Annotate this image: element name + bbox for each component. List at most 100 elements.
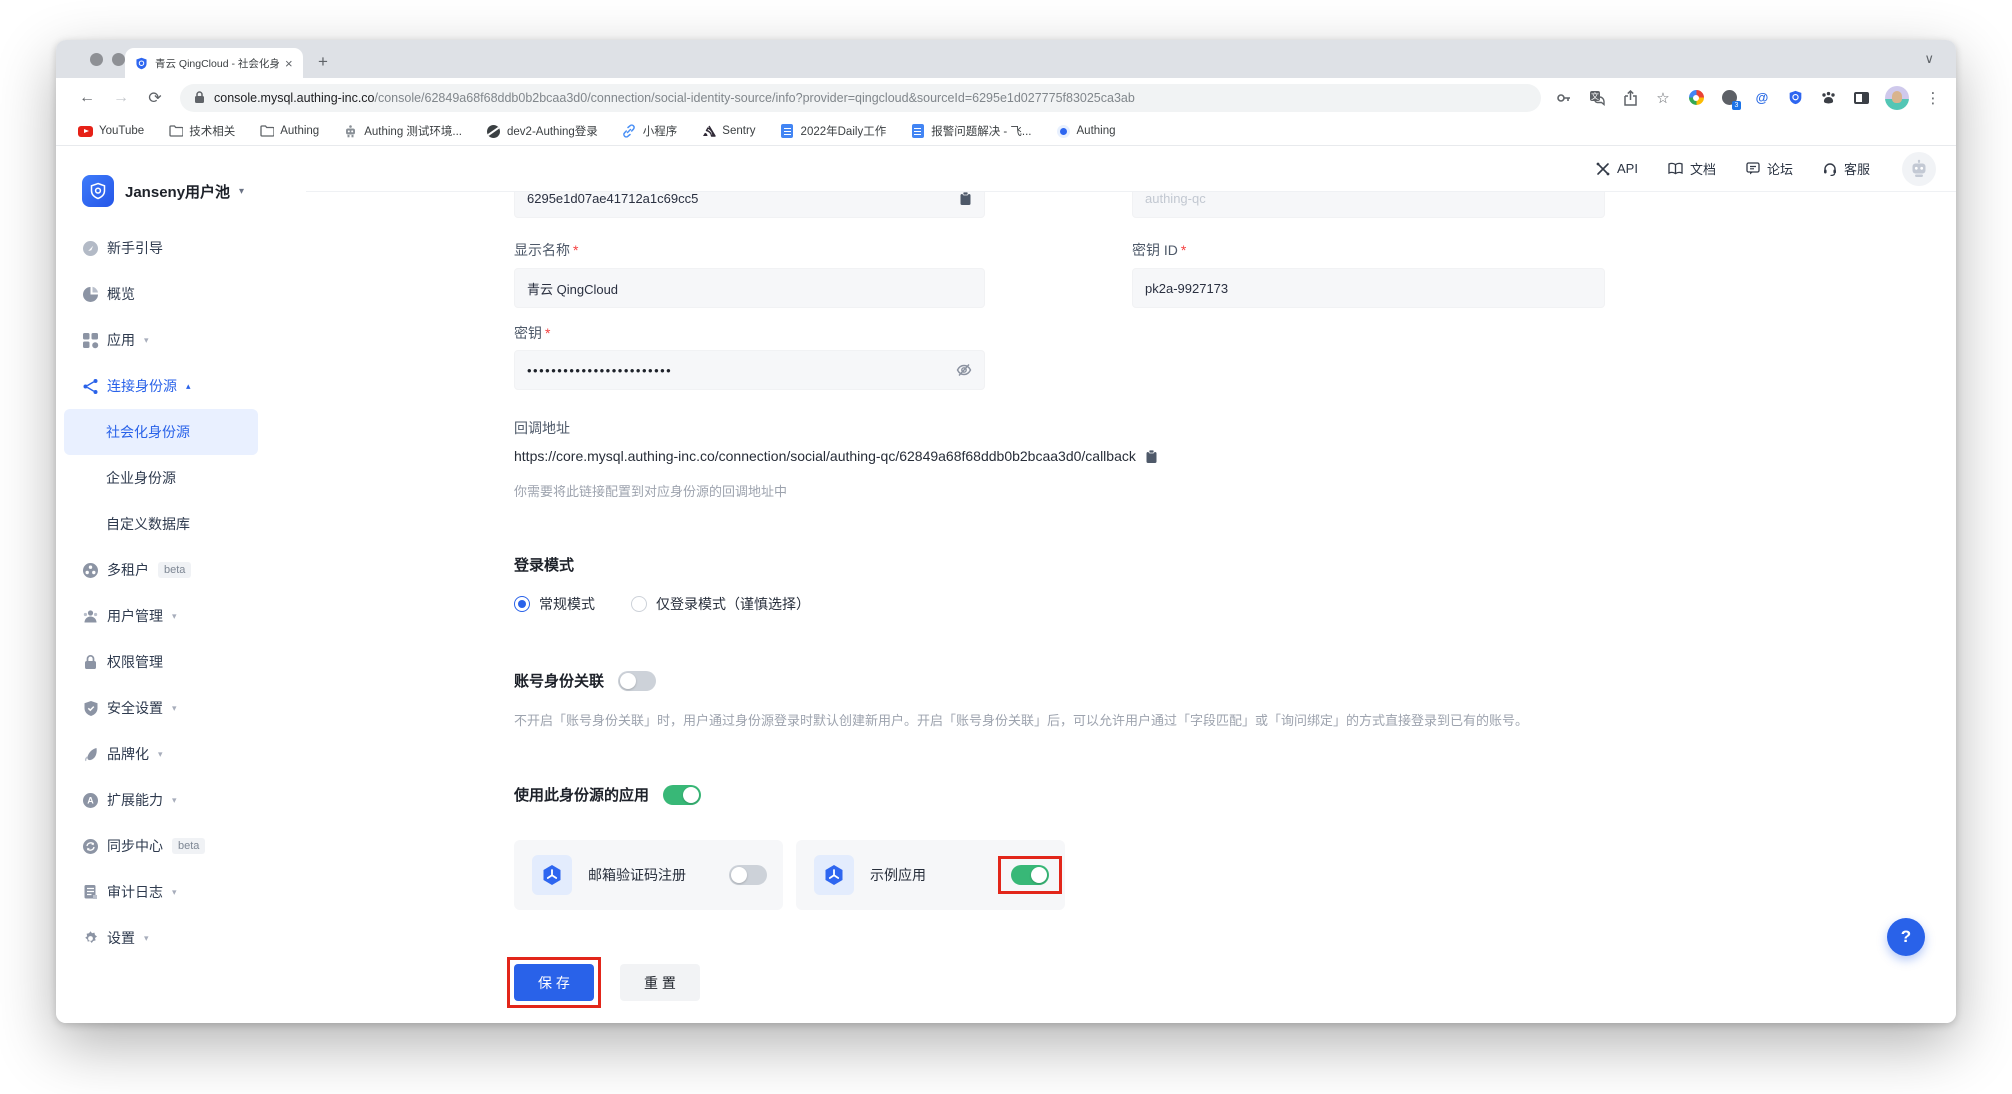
bookmark-authing-test[interactable]: Authing 测试环境... bbox=[343, 123, 462, 139]
close-window-icon[interactable] bbox=[90, 53, 103, 66]
password-key-icon[interactable] bbox=[1555, 89, 1573, 107]
sidebar-item-applications[interactable]: 应用 ▾ bbox=[64, 317, 258, 363]
required-asterisk: * bbox=[545, 325, 550, 341]
sidebar-menu: 新手引导 概览 应用 ▾ bbox=[64, 225, 258, 961]
sidebar-item-extensibility[interactable]: A 扩展能力 ▾ bbox=[64, 777, 258, 823]
eye-off-icon[interactable] bbox=[956, 363, 972, 377]
app-email-register-toggle[interactable] bbox=[729, 865, 767, 885]
identity-source-form: 6295e1d07ae41712a1c69cc5 authing-qc 显示名称… bbox=[514, 192, 1956, 1023]
tab-close-icon[interactable]: × bbox=[285, 57, 293, 70]
youtube-icon bbox=[78, 124, 93, 139]
account-link-row: 账号身份关联 bbox=[514, 670, 656, 691]
sidebar-item-user-management[interactable]: 用户管理 ▾ bbox=[64, 593, 258, 639]
bookmark-authing-site[interactable]: Authing bbox=[1056, 124, 1116, 139]
browser-window: 青云 QingCloud - 社会化身份源 × + ∨ ← → ⟳ consol… bbox=[56, 40, 1956, 1023]
annotation-box-save: 保 存 bbox=[507, 957, 601, 1008]
back-button[interactable]: ← bbox=[74, 85, 100, 111]
header-support-link[interactable]: 客服 bbox=[1823, 159, 1870, 178]
new-tab-button[interactable]: + bbox=[310, 49, 336, 75]
reset-button[interactable]: 重 置 bbox=[620, 964, 700, 1001]
minimize-window-icon[interactable] bbox=[112, 53, 125, 66]
sidebar-item-custom-database[interactable]: 自定义数据库 bbox=[64, 501, 258, 547]
sidebar-item-branding[interactable]: 品牌化 ▾ bbox=[64, 731, 258, 777]
secret-label: 密钥* bbox=[514, 323, 550, 343]
app-sample-toggle[interactable] bbox=[1011, 865, 1049, 885]
radio-login-only-mode[interactable]: 仅登录模式（谨慎选择） bbox=[631, 594, 810, 614]
doc-icon bbox=[910, 124, 925, 139]
reload-button[interactable]: ⟳ bbox=[142, 85, 168, 111]
sidebar-item-settings[interactable]: 设置 ▾ bbox=[64, 915, 258, 961]
browser-menu-icon[interactable]: ⋮ bbox=[1924, 89, 1942, 107]
display-name-input[interactable]: 青云 QingCloud bbox=[514, 268, 985, 308]
extension-shield-icon[interactable] bbox=[1786, 89, 1804, 107]
bookmark-alarm-doc[interactable]: 报警问题解决 - 飞... bbox=[910, 123, 1031, 139]
tab-search-chevron-icon[interactable]: ∨ bbox=[1924, 51, 1934, 67]
form-scroll-area[interactable]: 6295e1d07ae41712a1c69cc5 authing-qc 显示名称… bbox=[306, 192, 1956, 1023]
login-mode-options: 常规模式 仅登录模式（谨慎选择） bbox=[514, 594, 810, 614]
callback-url: https://core.mysql.authing-inc.co/connec… bbox=[514, 448, 1136, 464]
sentry-icon bbox=[701, 124, 716, 139]
account-link-toggle[interactable] bbox=[618, 671, 656, 691]
key-id-label: 密钥 ID* bbox=[1132, 240, 1186, 260]
header-api-link[interactable]: API bbox=[1596, 161, 1638, 176]
extension-colorful-icon[interactable] bbox=[1687, 89, 1705, 107]
browser-tab[interactable]: 青云 QingCloud - 社会化身份源 × bbox=[125, 48, 303, 78]
extension-sidebar-icon[interactable] bbox=[1852, 89, 1870, 107]
chevron-down-icon: ▾ bbox=[172, 795, 177, 806]
sidebar-item-permissions[interactable]: 权限管理 bbox=[64, 639, 258, 685]
header-forum-link[interactable]: 论坛 bbox=[1746, 159, 1793, 178]
copy-icon[interactable] bbox=[1145, 449, 1158, 464]
sidebar-item-audit-log[interactable]: 审计日志 ▾ bbox=[64, 869, 258, 915]
bookmark-sentry[interactable]: Sentry bbox=[701, 124, 755, 139]
sidebar: Janseny用户池 ▾ 新手引导 概览 bbox=[56, 146, 306, 1023]
header-docs-link[interactable]: 文档 bbox=[1668, 159, 1716, 178]
app-id-field[interactable]: 6295e1d07ae41712a1c69cc5 bbox=[514, 192, 985, 218]
apps-section-toggle[interactable] bbox=[663, 785, 701, 805]
address-bar[interactable]: console.mysql.authing-inc.co/console/628… bbox=[180, 84, 1541, 112]
sidebar-item-multi-tenant[interactable]: 多租户 beta bbox=[64, 547, 258, 593]
extension-paw-icon[interactable] bbox=[1819, 89, 1837, 107]
sidebar-item-guide[interactable]: 新手引导 bbox=[64, 225, 258, 271]
extension-at-icon[interactable]: @ bbox=[1753, 89, 1771, 107]
workspace-switcher[interactable]: Janseny用户池 ▾ bbox=[56, 175, 306, 207]
apps-section-title: 使用此身份源的应用 bbox=[514, 784, 649, 805]
required-asterisk: * bbox=[573, 242, 578, 258]
shield-check-icon bbox=[82, 700, 99, 717]
key-id-input[interactable]: pk2a-9927173 bbox=[1132, 268, 1605, 308]
bookmark-daily-doc[interactable]: 2022年Daily工作 bbox=[780, 123, 887, 139]
apps-grid-icon bbox=[82, 332, 99, 349]
help-button[interactable]: ? bbox=[1887, 918, 1925, 956]
bookmark-folder-tech[interactable]: 技术相关 bbox=[168, 123, 235, 139]
copy-icon[interactable] bbox=[959, 192, 972, 206]
user-avatar[interactable] bbox=[1902, 152, 1936, 186]
chevron-up-icon: ▴ bbox=[186, 381, 191, 392]
radio-normal-mode[interactable]: 常规模式 bbox=[514, 594, 595, 614]
page-content: Janseny用户池 ▾ 新手引导 概览 bbox=[56, 146, 1956, 1023]
app-hexagon-icon bbox=[532, 855, 572, 895]
sidebar-item-enterprise-identity[interactable]: 企业身份源 bbox=[64, 455, 258, 501]
chevron-down-icon: ▾ bbox=[144, 335, 149, 346]
translate-icon[interactable]: 文 bbox=[1588, 89, 1606, 107]
sidebar-item-sync-center[interactable]: 同步中心 beta bbox=[64, 823, 258, 869]
sidebar-item-overview[interactable]: 概览 bbox=[64, 271, 258, 317]
bookmark-dev2-login[interactable]: dev2-Authing登录 bbox=[486, 123, 598, 139]
save-button[interactable]: 保 存 bbox=[514, 964, 594, 1001]
forward-button[interactable]: → bbox=[108, 85, 134, 111]
browser-profile-avatar[interactable] bbox=[1885, 86, 1909, 110]
annotation-box-sample-toggle bbox=[998, 856, 1062, 894]
bookmark-star-icon[interactable]: ☆ bbox=[1654, 89, 1672, 107]
sidebar-item-identity-sources[interactable]: 连接身份源 ▴ bbox=[64, 363, 258, 409]
authing-logo-icon bbox=[82, 175, 114, 207]
bookmark-miniprogram[interactable]: 小程序 bbox=[622, 123, 678, 139]
sidebar-item-security[interactable]: 安全设置 ▾ bbox=[64, 685, 258, 731]
document-lines-icon bbox=[82, 884, 99, 901]
main-panel: API 文档 论坛 客 bbox=[306, 146, 1956, 1023]
chevron-down-icon: ▾ bbox=[144, 933, 149, 944]
extension-badged-icon[interactable]: 3 bbox=[1720, 89, 1738, 107]
secret-input[interactable]: •••••••••••••••••••••••• bbox=[514, 350, 985, 390]
bookmark-youtube[interactable]: YouTube bbox=[78, 124, 144, 139]
sidebar-item-social-identity[interactable]: 社会化身份源 bbox=[64, 409, 258, 455]
lock-icon bbox=[82, 654, 99, 671]
share-icon[interactable] bbox=[1621, 89, 1639, 107]
bookmark-folder-authing[interactable]: Authing bbox=[259, 124, 319, 139]
